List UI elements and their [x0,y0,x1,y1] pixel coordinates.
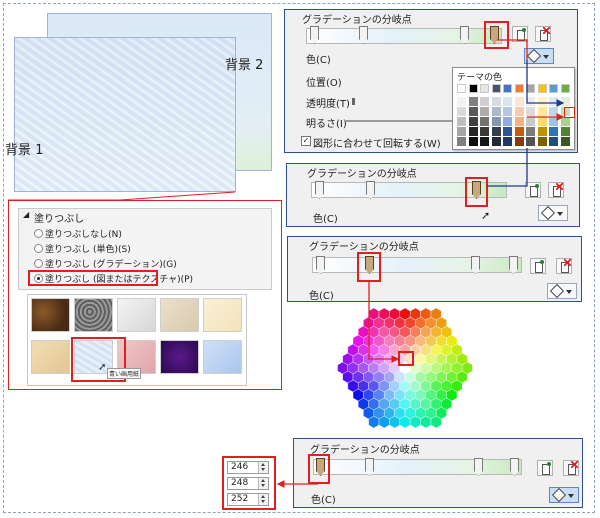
flow-arrows [276,39,565,488]
arrow-stop3-to-hex [368,282,400,363]
arrow-theme-to-swatch-1 [526,60,565,107]
arrow-stop-to-theme [497,39,528,60]
arrow-stop2-to-theme [487,148,528,187]
